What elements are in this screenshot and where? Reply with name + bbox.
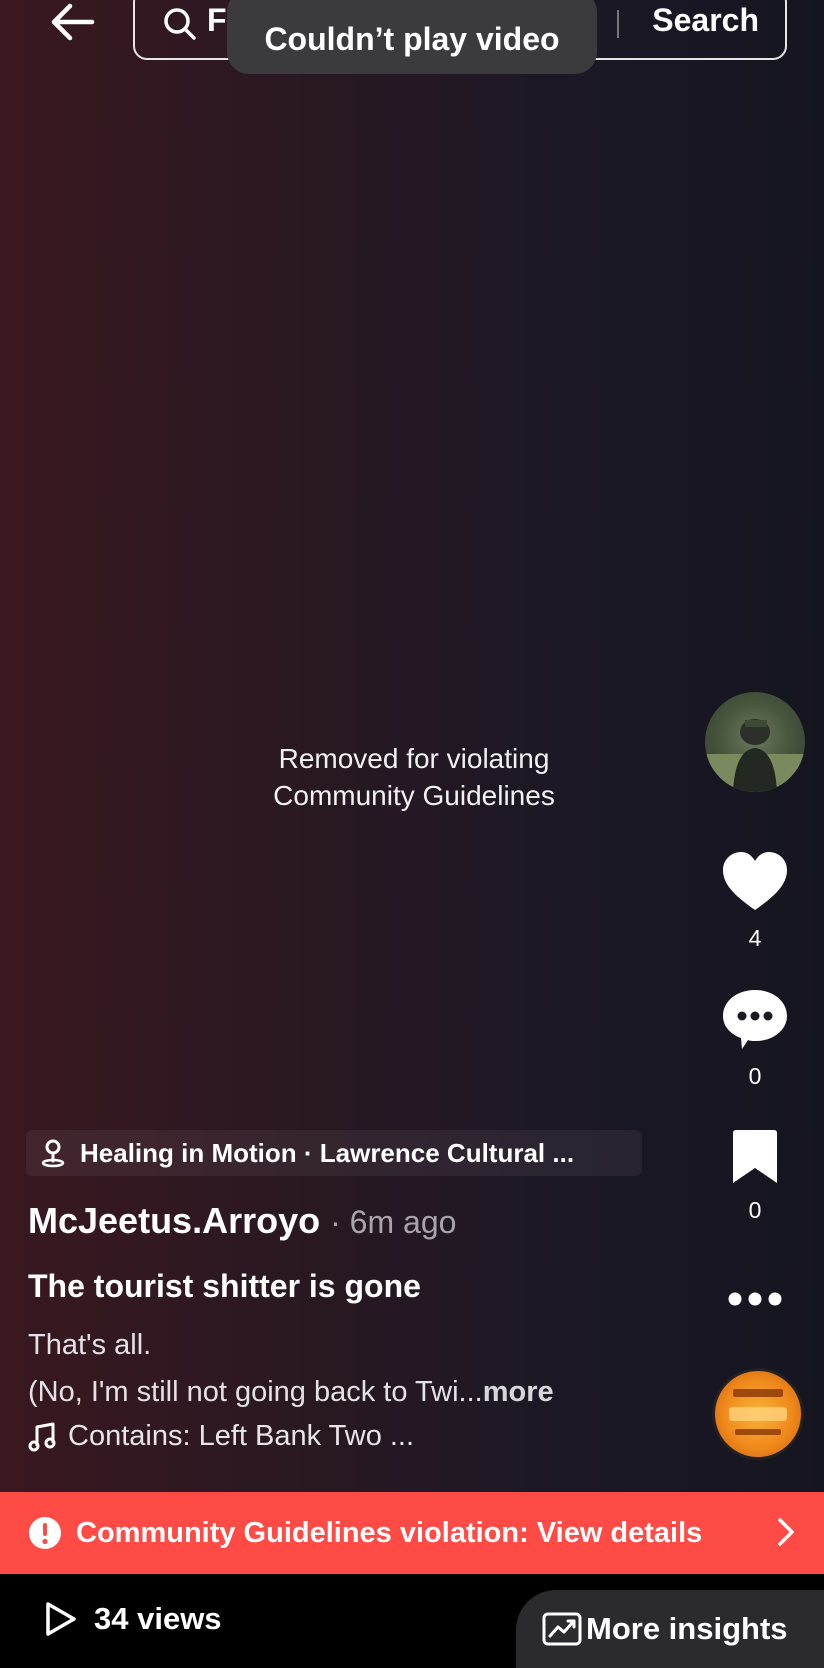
author-avatar[interactable] — [705, 692, 805, 792]
chevron-right-icon — [778, 1518, 794, 1546]
removed-message-line1: Removed for violating — [278, 743, 550, 774]
save-button[interactable]: 0 — [712, 1128, 798, 1224]
violation-banner[interactable]: Community Guidelines violation: View det… — [0, 1492, 824, 1574]
alert-icon — [28, 1516, 62, 1550]
location-label: Healing in Motion · Lawrence Cultural ..… — [80, 1137, 575, 1168]
play-icon — [46, 1602, 76, 1636]
author-row: McJeetus.Arroyo · 6m ago — [28, 1200, 456, 1242]
comment-button[interactable]: 0 — [712, 986, 798, 1090]
bottom-bar: 34 views More insights — [0, 1574, 824, 1668]
caption-more-link[interactable]: more — [483, 1376, 554, 1408]
violation-text: Community Guidelines violation: View det… — [76, 1516, 703, 1549]
search-icon — [164, 8, 196, 40]
caption-title: The tourist shitter is gone — [28, 1268, 421, 1304]
caption-line2: (No, I'm still not going back to Twi... — [28, 1376, 483, 1408]
author-username[interactable]: McJeetus.Arroyo — [28, 1200, 320, 1241]
more-insights-button[interactable]: More insights — [516, 1590, 824, 1668]
insights-chart-icon — [542, 1612, 582, 1646]
caption-body[interactable]: That's all. (No, I'm still not going bac… — [28, 1322, 554, 1416]
search-divider — [617, 10, 619, 38]
view-count-label: 34 views — [94, 1601, 222, 1636]
removed-message: Removed for violating Community Guidelin… — [214, 740, 614, 814]
more-options-button[interactable] — [726, 1284, 784, 1319]
playback-error-toast: Couldn’t play video — [227, 0, 597, 74]
heart-icon — [723, 852, 787, 910]
like-button[interactable]: 4 — [712, 850, 798, 952]
bookmark-icon — [733, 1130, 777, 1183]
comment-icon — [723, 990, 787, 1049]
back-button[interactable] — [40, 0, 104, 44]
view-count: 34 views — [44, 1600, 222, 1638]
location-tag[interactable]: Healing in Motion · Lawrence Cultural ..… — [26, 1130, 642, 1176]
sound-label: Contains: Left Bank Two ... — [68, 1420, 415, 1452]
comment-count: 0 — [748, 1063, 762, 1089]
search-query-text: F — [207, 2, 227, 38]
more-insights-label: More insights — [586, 1611, 788, 1646]
back-arrow-icon — [51, 3, 95, 41]
location-pin-icon — [38, 1138, 68, 1168]
caption-line1: That's all. — [28, 1329, 152, 1361]
search-button[interactable]: Search — [652, 2, 759, 39]
music-disc[interactable] — [712, 1368, 804, 1460]
save-count: 0 — [748, 1197, 762, 1223]
like-count: 4 — [748, 925, 762, 951]
sound-info[interactable]: Contains: Left Bank Two ... — [28, 1420, 414, 1453]
music-note-icon — [28, 1422, 56, 1451]
album-art-icon — [729, 1389, 787, 1435]
post-timestamp: · 6m ago — [330, 1204, 457, 1240]
ellipsis-icon — [728, 1292, 782, 1306]
avatar-image — [705, 719, 805, 792]
removed-message-line2: Community Guidelines — [273, 780, 555, 811]
